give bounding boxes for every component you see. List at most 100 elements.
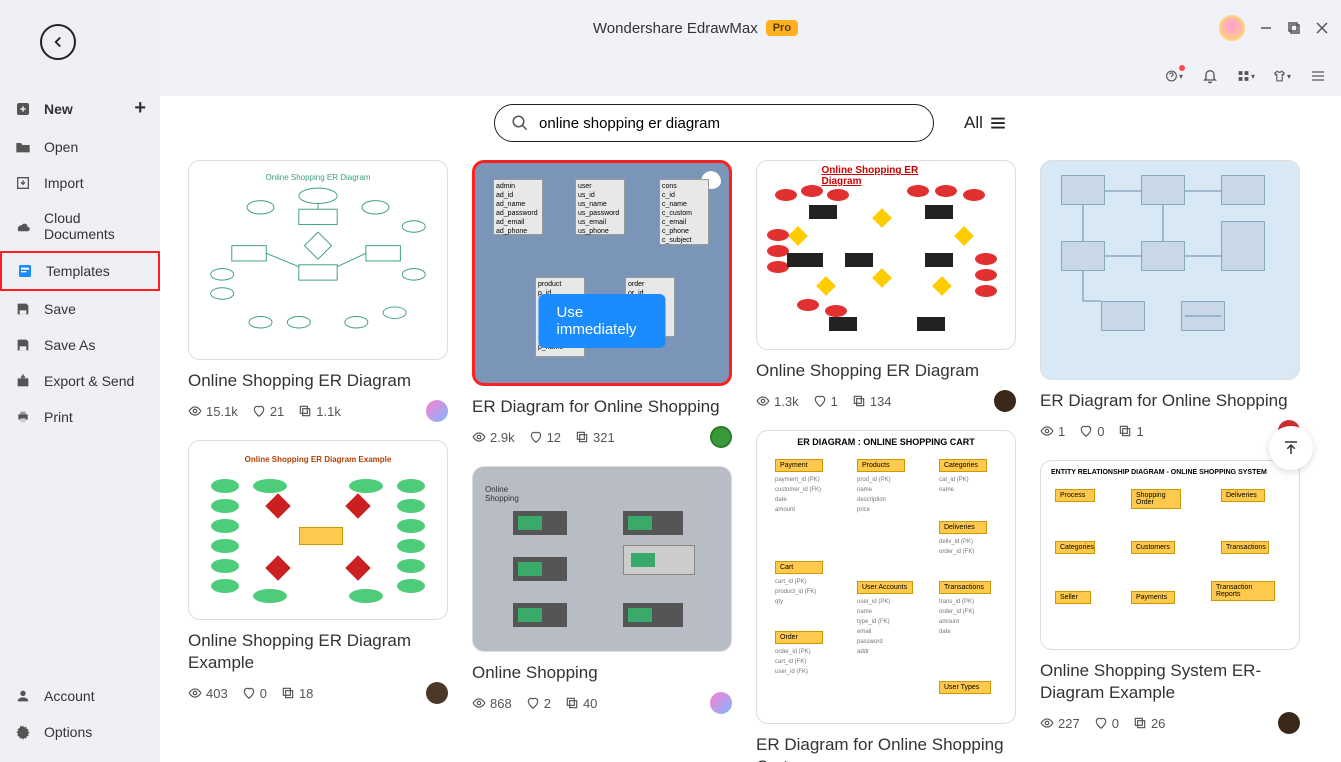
minimize-button[interactable] <box>1259 21 1273 35</box>
author-avatar[interactable] <box>710 426 732 448</box>
sidebar: New + Open Import Cloud Documents Templa… <box>0 0 160 762</box>
card-title: Online Shopping <box>472 662 732 684</box>
back-button[interactable] <box>40 24 76 60</box>
filter-dropdown[interactable]: All <box>964 113 1007 133</box>
likes: 12 <box>529 430 561 445</box>
template-card[interactable]: Online Shopping ER Diagram Online Shoppi… <box>756 160 1016 412</box>
nav-new[interactable]: New + <box>0 88 160 129</box>
likes: 1 <box>813 394 838 409</box>
nav-save[interactable]: Save <box>0 291 160 327</box>
template-card[interactable]: ER Diagram for Online Shopping 1 0 1 m <box>1040 160 1300 442</box>
print-icon <box>14 408 32 426</box>
menu-lines-icon <box>989 115 1007 131</box>
views: 1.3k <box>756 394 799 409</box>
close-button[interactable] <box>1315 21 1329 35</box>
search-icon <box>511 114 529 132</box>
nav-open[interactable]: Open <box>0 129 160 165</box>
likes: 21 <box>252 404 284 419</box>
views: 868 <box>472 696 512 711</box>
template-card[interactable]: Online Shopping ER Diagram Example Onlin… <box>188 440 448 704</box>
templates-icon <box>16 262 34 280</box>
views: 1 <box>1040 424 1065 439</box>
toolbar: ▾ ▾ ▾ <box>0 56 1341 96</box>
author-avatar[interactable] <box>426 682 448 704</box>
save-icon <box>14 300 32 318</box>
nav-label: Export & Send <box>44 373 134 389</box>
search-input[interactable] <box>539 115 917 132</box>
help-icon[interactable]: ▾ <box>1165 67 1183 85</box>
nav-label: Cloud Documents <box>44 210 146 242</box>
nav-export[interactable]: Export & Send <box>0 363 160 399</box>
template-card[interactable]: ENTITY RELATIONSHIP DIAGRAM - ONLINE SHO… <box>1040 460 1300 734</box>
nav-import[interactable]: Import <box>0 165 160 201</box>
nav-label: Save <box>44 301 76 317</box>
import-icon <box>14 174 32 192</box>
nav-label: Print <box>44 409 73 425</box>
saveas-icon <box>14 336 32 354</box>
card-title: ER Diagram for Online Shopping <box>1040 390 1300 412</box>
bell-icon[interactable] <box>1201 67 1219 85</box>
likes: 2 <box>526 696 551 711</box>
nav-cloud[interactable]: Cloud Documents <box>0 201 160 251</box>
plus-box-icon <box>14 100 32 118</box>
likes: 0 <box>1094 716 1119 731</box>
nav-saveas[interactable]: Save As <box>0 327 160 363</box>
copies: 18 <box>281 686 313 701</box>
titlebar: Wondershare EdrawMax Pro <box>0 0 1341 56</box>
nav-print[interactable]: Print <box>0 399 160 435</box>
search-box[interactable] <box>494 104 934 142</box>
copies: 1 <box>1118 424 1143 439</box>
nav-label: Account <box>44 688 95 704</box>
maximize-button[interactable] <box>1287 21 1301 35</box>
template-card[interactable]: Online Shopping ER Diagram <box>188 160 448 422</box>
views: 227 <box>1040 716 1080 731</box>
template-card[interactable]: ER DIAGRAM : ONLINE SHOPPING CART Paymen… <box>756 430 1016 762</box>
likes: 0 <box>242 686 267 701</box>
gear-icon <box>14 723 32 741</box>
plus-icon: + <box>134 97 146 120</box>
copies: 26 <box>1133 716 1165 731</box>
card-title: Online Shopping System ER-Diagram Exampl… <box>1040 660 1300 704</box>
copies: 40 <box>565 696 597 711</box>
card-title: ER Diagram for Online Shopping <box>472 396 732 418</box>
author-avatar[interactable] <box>1278 712 1300 734</box>
nav-label: Templates <box>46 263 110 279</box>
author-avatar[interactable] <box>994 390 1016 412</box>
card-title: Online Shopping ER Diagram Example <box>188 630 448 674</box>
card-title: ER Diagram for Online Shopping Cart <box>756 734 1016 762</box>
apps-icon[interactable]: ▾ <box>1237 67 1255 85</box>
folder-icon <box>14 138 32 156</box>
scroll-top-button[interactable] <box>1269 426 1313 470</box>
views: 15.1k <box>188 404 238 419</box>
nav-label: Save As <box>44 337 95 353</box>
user-icon <box>14 687 32 705</box>
nav-templates[interactable]: Templates <box>0 251 160 291</box>
nav-label: Options <box>44 724 92 740</box>
likes: 0 <box>1079 424 1104 439</box>
author-avatar[interactable] <box>426 400 448 422</box>
pro-badge: Pro <box>766 20 798 36</box>
nav-label: Import <box>44 175 84 191</box>
nav-options[interactable]: Options <box>0 714 160 750</box>
user-avatar[interactable] <box>1219 15 1245 41</box>
template-card[interactable]: adminad_idad_namead_passwordad_emailad_p… <box>472 160 732 448</box>
template-card[interactable]: OnlineShopping Online Shopping 868 2 40 <box>472 466 732 714</box>
copies: 321 <box>575 430 615 445</box>
views: 403 <box>188 686 228 701</box>
copies: 134 <box>852 394 892 409</box>
main-content: All Online Shopping ER Diagram <box>160 96 1341 762</box>
author-avatar[interactable] <box>710 692 732 714</box>
app-title: Wondershare EdrawMax Pro <box>593 20 798 37</box>
card-title: Online Shopping ER Diagram <box>188 370 448 392</box>
shirt-icon[interactable]: ▾ <box>1273 67 1291 85</box>
views: 2.9k <box>472 430 515 445</box>
nav-account[interactable]: Account <box>0 678 160 714</box>
export-icon <box>14 372 32 390</box>
nav-label: Open <box>44 139 78 155</box>
template-grid: Online Shopping ER Diagram <box>188 160 1313 762</box>
cloud-icon <box>14 217 32 235</box>
menu-icon[interactable] <box>1309 67 1327 85</box>
use-immediately-button[interactable]: Use immediately <box>539 294 666 348</box>
copies: 1.1k <box>298 404 341 419</box>
card-title: Online Shopping ER Diagram <box>756 360 1016 382</box>
